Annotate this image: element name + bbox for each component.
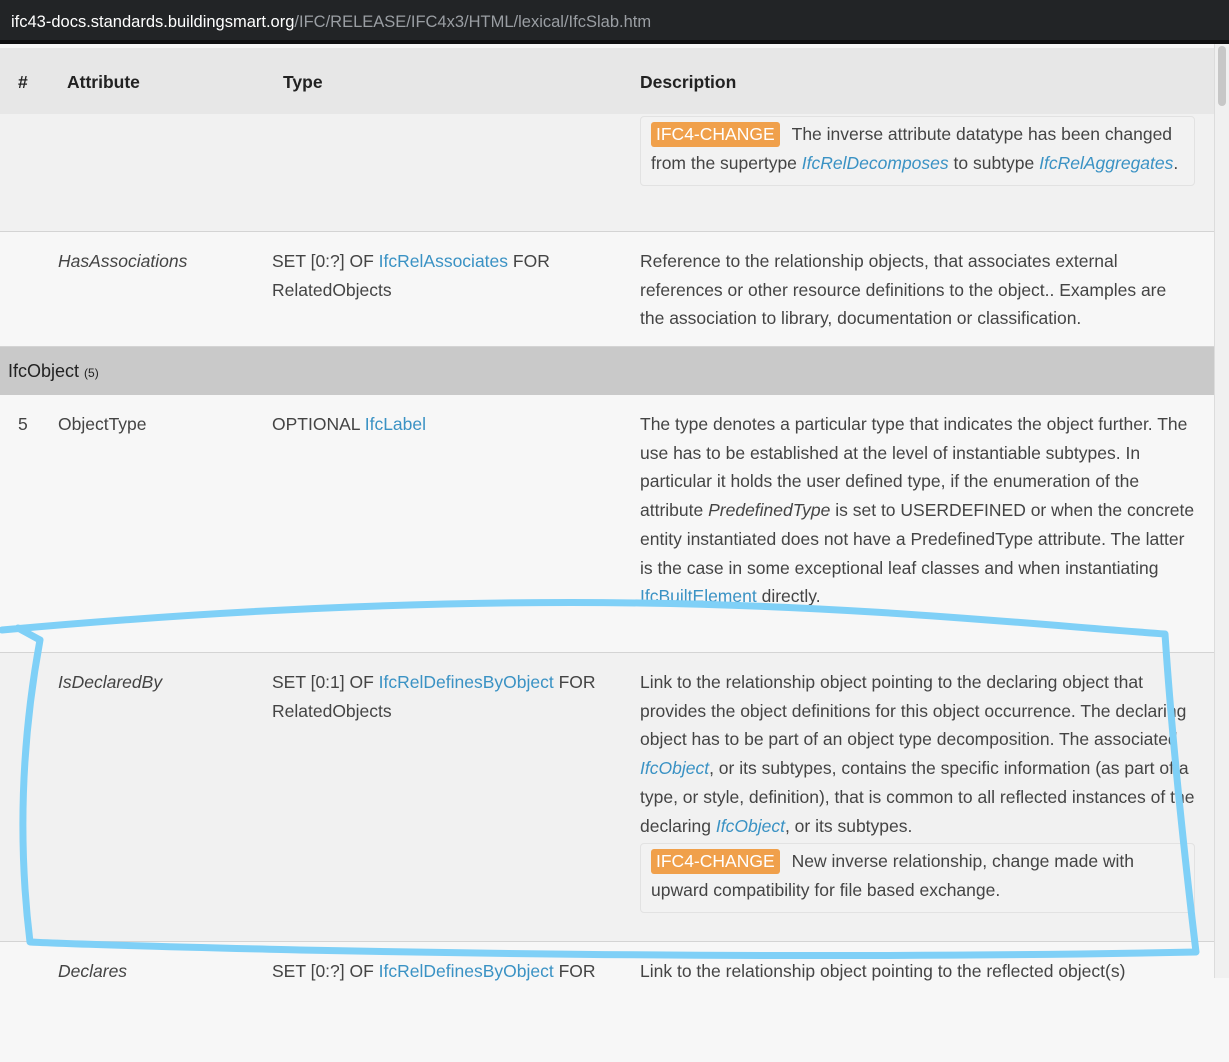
- group-title: IfcObject (5): [8, 361, 99, 382]
- link-ifcbuiltelement[interactable]: IfcBuiltElement: [640, 586, 757, 606]
- type-text: FOR: [553, 961, 596, 981]
- link-ifcobject[interactable]: IfcObject: [640, 758, 709, 778]
- attribute-type: SET [0:?] OF IfcRelDefinesByObject FOR: [272, 957, 622, 986]
- address-bar[interactable]: ifc43-docs.standards.buildingsmart.org/I…: [0, 0, 1229, 44]
- header-num: #: [18, 72, 28, 92]
- table-row: 5 ObjectType OPTIONAL IfcLabel The type …: [0, 395, 1215, 653]
- ifc4-change-badge: IFC4-CHANGE: [651, 122, 780, 147]
- header-description: Description: [640, 72, 737, 92]
- table-row: Declares SET [0:?] OF IfcRelDefinesByObj…: [0, 942, 1215, 1062]
- attribute-name: ObjectType: [58, 414, 147, 434]
- table-row: IFC4-CHANGE The inverse attribute datatyp…: [0, 114, 1215, 232]
- vertical-scrollbar[interactable]: [1214, 44, 1229, 978]
- link-ifcreldecomposes[interactable]: IfcRelDecomposes: [802, 153, 949, 173]
- header-type: Type: [283, 72, 323, 92]
- attribute-description: Reference to the relationship objects, t…: [640, 251, 1167, 329]
- type-text: SET [0:1] OF: [272, 672, 379, 692]
- note-text: .: [1173, 152, 1179, 173]
- header-attribute: Attribute: [67, 72, 140, 92]
- attribute-description: Link to the relationship object pointing…: [640, 668, 1195, 840]
- group-count: (5): [84, 366, 99, 380]
- type-text: SET [0:?] OF: [272, 251, 379, 271]
- url-path: /IFC/RELEASE/IFC4x3/HTML/lexical/IfcSlab…: [294, 13, 652, 31]
- scrollbar-thumb[interactable]: [1218, 46, 1226, 106]
- url-host: ifc43-docs.standards.buildingsmart.org: [11, 13, 295, 31]
- ifc4-change-badge: IFC4-CHANGE: [651, 849, 780, 874]
- link-ifcreldefinesbyobject[interactable]: IfcRelDefinesByObject: [379, 961, 554, 981]
- attribute-description: The type denotes a particular type that …: [640, 410, 1195, 611]
- attribute-name: Declares: [58, 961, 128, 981]
- attribute-type: SET [0:1] OF IfcRelDefinesByObject FOR R…: [272, 668, 622, 725]
- desc-emphasis: PredefinedType: [708, 500, 831, 521]
- group-name: IfcObject: [8, 361, 80, 381]
- link-ifcobject[interactable]: IfcObject: [716, 816, 785, 836]
- attribute-type: OPTIONAL IfcLabel: [272, 410, 622, 439]
- attribute-number: 5: [18, 414, 28, 434]
- attribute-description: Link to the relationship object pointing…: [640, 961, 1126, 981]
- attribute-name: HasAssociations: [58, 251, 188, 271]
- link-ifcrelassociates[interactable]: IfcRelAssociates: [379, 251, 508, 271]
- type-text: SET [0:?] OF: [272, 961, 379, 981]
- desc-text: Link to the relationship object pointing…: [640, 672, 1187, 750]
- desc-text: directly.: [756, 586, 821, 607]
- table-row: HasAssociations SET [0:?] OF IfcRelAssoc…: [0, 232, 1215, 347]
- change-note: IFC4-CHANGE New inverse relationship, cha…: [640, 843, 1195, 914]
- link-ifcreldefinesbyobject[interactable]: IfcRelDefinesByObject: [379, 672, 554, 692]
- note-text: to subtype: [948, 152, 1040, 173]
- table-header: # Attribute Type Description: [0, 48, 1215, 115]
- desc-text: , or its subtypes.: [784, 815, 913, 836]
- type-text: OPTIONAL: [272, 414, 365, 434]
- change-note: IFC4-CHANGE The inverse attribute datatyp…: [640, 116, 1195, 187]
- link-ifcrelaggregates[interactable]: IfcRelAggregates: [1039, 153, 1173, 173]
- attribute-type: SET [0:?] OF IfcRelAssociates FOR Relate…: [272, 247, 622, 304]
- table-row: IsDeclaredBy SET [0:1] OF IfcRelDefinesB…: [0, 653, 1215, 942]
- attribute-name: IsDeclaredBy: [58, 672, 163, 692]
- group-header-ifcobject: IfcObject (5): [0, 347, 1215, 395]
- link-ifclabel[interactable]: IfcLabel: [365, 414, 426, 434]
